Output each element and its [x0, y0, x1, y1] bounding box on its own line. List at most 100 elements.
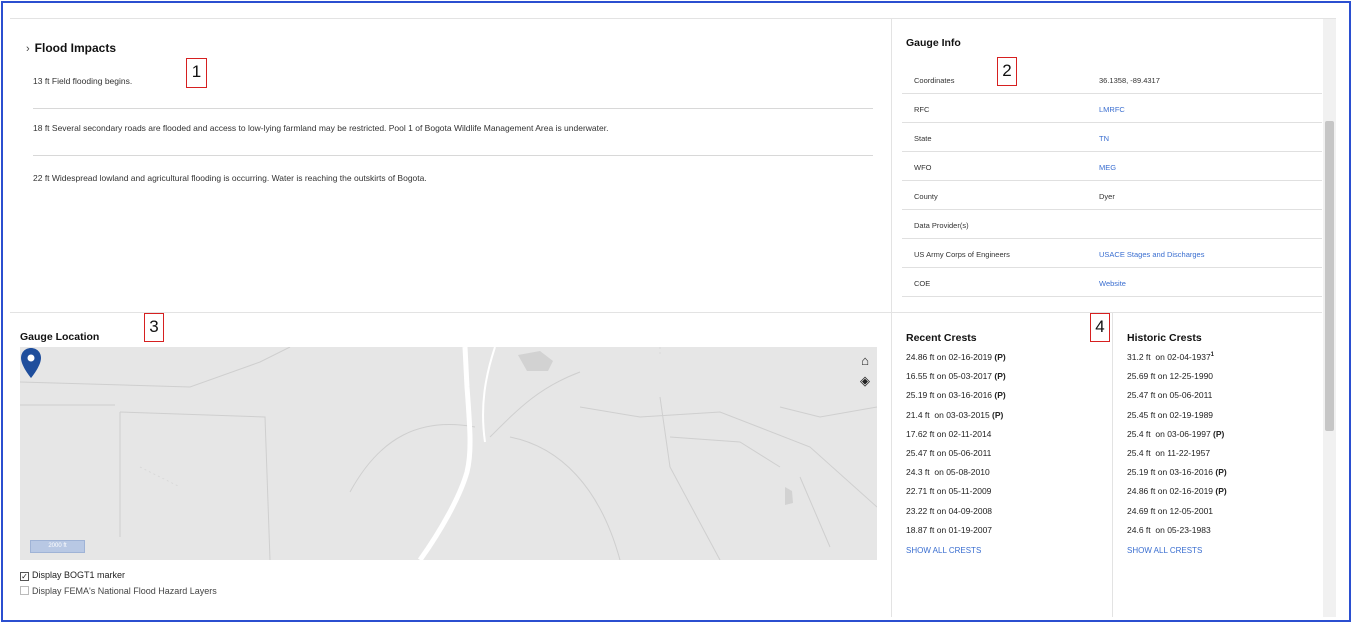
- crest-height: 24.69 ft: [1127, 505, 1156, 516]
- crest-height: 25.45 ft: [1127, 409, 1156, 420]
- crest-height: 24.6 ft: [1127, 524, 1153, 535]
- crest-date: on 03-16-2016: [936, 390, 993, 401]
- crest-item: 25.47 ft on 05-06-2011: [1127, 390, 1212, 400]
- display-fema-checkbox[interactable]: Display FEMA's National Flood Hazard Lay…: [20, 586, 217, 596]
- crest-date: on 03-06-1997: [1155, 428, 1211, 439]
- scrollbar-thumb[interactable]: [1325, 121, 1334, 431]
- crest-date: on 05-03-2017: [936, 371, 993, 382]
- gauge-location-title: Gauge Location: [20, 331, 100, 343]
- annotation-label-1: 1: [186, 58, 207, 88]
- crest-height: 25.19 ft: [906, 390, 935, 401]
- gauge-marker-icon[interactable]: [20, 347, 42, 379]
- annotation-label-2: 2: [997, 57, 1017, 86]
- info-row: RFC LMRFC: [902, 94, 1322, 123]
- crest-item: 17.62 ft on 02-11-2014: [906, 429, 991, 439]
- crest-item: 25.4 ft on 03-06-1997 (P): [1127, 429, 1224, 439]
- crest-preliminary-flag: (P): [994, 352, 1006, 362]
- crest-date: on 02-16-2019: [936, 352, 993, 362]
- info-key: Data Provider(s): [914, 221, 969, 230]
- info-row: County Dyer: [902, 181, 1322, 210]
- crest-date: on 05-06-2011: [936, 448, 992, 458]
- home-icon[interactable]: ⌂: [857, 353, 873, 369]
- crest-date: on 02-19-1989: [1157, 409, 1214, 420]
- crest-height: 18.87 ft: [906, 524, 935, 535]
- crest-item: 24.86 ft on 02-16-2019 (P): [906, 352, 1006, 362]
- crest-date: on 05-11-2009: [936, 486, 992, 497]
- crest-preliminary-flag: (P): [994, 390, 1006, 401]
- annotation-label-4: 4: [1090, 313, 1110, 342]
- impact-item: 13 ft Field flooding begins.: [33, 76, 873, 109]
- info-key: US Army Corps of Engineers: [914, 250, 1010, 259]
- crest-height: 24.3 ft: [906, 467, 932, 478]
- checkbox-empty-icon: [20, 586, 29, 595]
- historic-crests-title: Historic Crests: [1127, 332, 1202, 344]
- crest-item: 24.86 ft on 02-16-2019 (P): [1127, 486, 1227, 496]
- crest-item: 25.4 ft on 11-22-1957: [1127, 448, 1210, 458]
- crest-date: on 05-08-2010: [934, 467, 990, 478]
- flood-impacts-toggle[interactable]: › Flood Impacts: [26, 41, 116, 55]
- crest-preliminary-flag: (P): [1215, 467, 1227, 478]
- flood-impacts-title: Flood Impacts: [34, 41, 117, 55]
- info-value: 36.1358, -89.4317: [1099, 76, 1160, 85]
- gauge-location-panel: Gauge Location ⌂ ◈ 2000 ft ✓ Display BOG…: [10, 313, 892, 617]
- crest-height: 17.62 ft: [906, 428, 935, 439]
- info-row: Coordinates 36.1358, -89.4317: [902, 65, 1322, 94]
- recent-show-all-link[interactable]: SHOW ALL CRESTS: [906, 546, 981, 555]
- crest-height: 25.47 ft: [906, 448, 935, 458]
- crest-date: on 01-19-2007: [936, 524, 993, 535]
- crest-date: on 12-05-2001: [1157, 505, 1214, 516]
- crest-date: on 04-09-2008: [936, 505, 993, 516]
- info-row: Data Provider(s): [902, 210, 1322, 239]
- crest-height: 25.4 ft: [1127, 428, 1153, 439]
- gauge-page: › Flood Impacts 13 ft Field flooding begi…: [10, 18, 1336, 617]
- crest-preliminary-flag: (P): [1215, 486, 1227, 497]
- display-marker-checkbox[interactable]: ✓ Display BOGT1 marker: [20, 570, 125, 581]
- layers-icon[interactable]: ◈: [857, 373, 873, 389]
- crest-date: on 03-16-2016: [1157, 467, 1214, 478]
- recent-crests-panel: Recent Crests 24.86 ft on 02-16-2019 (P)…: [892, 313, 1113, 617]
- info-row: WFO MEG: [902, 152, 1322, 181]
- info-key: COE: [914, 279, 931, 288]
- crest-item: 21.4 ft on 03-03-2015 (P): [906, 410, 1003, 420]
- gauge-map[interactable]: ⌂ ◈ 2000 ft: [20, 347, 877, 560]
- info-value[interactable]: Website: [1099, 279, 1126, 288]
- crest-item: 25.19 ft on 03-16-2016 (P): [1127, 467, 1227, 477]
- info-key: County: [914, 192, 938, 201]
- crest-item: 24.6 ft on 05-23-1983: [1127, 525, 1211, 535]
- crest-item: 25.69 ft on 12-25-1990: [1127, 371, 1213, 381]
- recent-crests-title: Recent Crests: [906, 332, 977, 344]
- info-value[interactable]: MEG: [1099, 163, 1116, 172]
- crest-height: 21.4 ft: [906, 409, 932, 420]
- crest-item: 25.45 ft on 02-19-1989: [1127, 410, 1213, 420]
- crest-date: on 11-22-1957: [1155, 448, 1211, 458]
- info-value[interactable]: LMRFC: [1099, 105, 1125, 114]
- crest-height: 24.86 ft: [906, 352, 935, 362]
- crest-item: 24.69 ft on 12-05-2001: [1127, 506, 1213, 516]
- checkbox-checked-icon: ✓: [20, 572, 29, 581]
- info-key: Coordinates: [914, 76, 955, 85]
- chevron-right-icon: ›: [26, 43, 30, 55]
- crest-height: 25.69 ft: [1127, 371, 1156, 382]
- crest-date: on 02-16-2019: [1157, 486, 1214, 497]
- impact-item: 18 ft Several secondary roads are floode…: [33, 123, 873, 156]
- crest-height: 22.71 ft: [906, 486, 935, 497]
- info-value: Dyer: [1099, 192, 1115, 201]
- crest-height: 16.55 ft: [906, 371, 935, 382]
- crest-height: 31.2 ft: [1127, 352, 1153, 362]
- gauge-info-panel: Gauge Info Coordinates 36.1358, -89.4317 R…: [892, 19, 1322, 313]
- gauge-info-title: Gauge Info: [906, 37, 961, 49]
- crest-height: 24.86 ft: [1127, 486, 1156, 497]
- map-base-layer: [20, 347, 877, 560]
- annotation-label-3: 3: [144, 313, 164, 342]
- info-key: WFO: [914, 163, 932, 172]
- impact-item: 22 ft Widespread lowland and agricultura…: [33, 173, 427, 183]
- crest-preliminary-flag: (P): [992, 409, 1004, 420]
- crest-item: 16.55 ft on 05-03-2017 (P): [906, 371, 1006, 381]
- crest-preliminary-flag: (P): [1213, 428, 1225, 439]
- info-value[interactable]: USACE Stages and Discharges: [1099, 250, 1204, 259]
- crest-date: on 02-11-2014: [936, 428, 992, 439]
- historic-show-all-link[interactable]: SHOW ALL CRESTS: [1127, 546, 1202, 555]
- info-value[interactable]: TN: [1099, 134, 1109, 143]
- crest-item: 24.3 ft on 05-08-2010: [906, 467, 990, 477]
- crest-height: 25.4 ft: [1127, 448, 1153, 458]
